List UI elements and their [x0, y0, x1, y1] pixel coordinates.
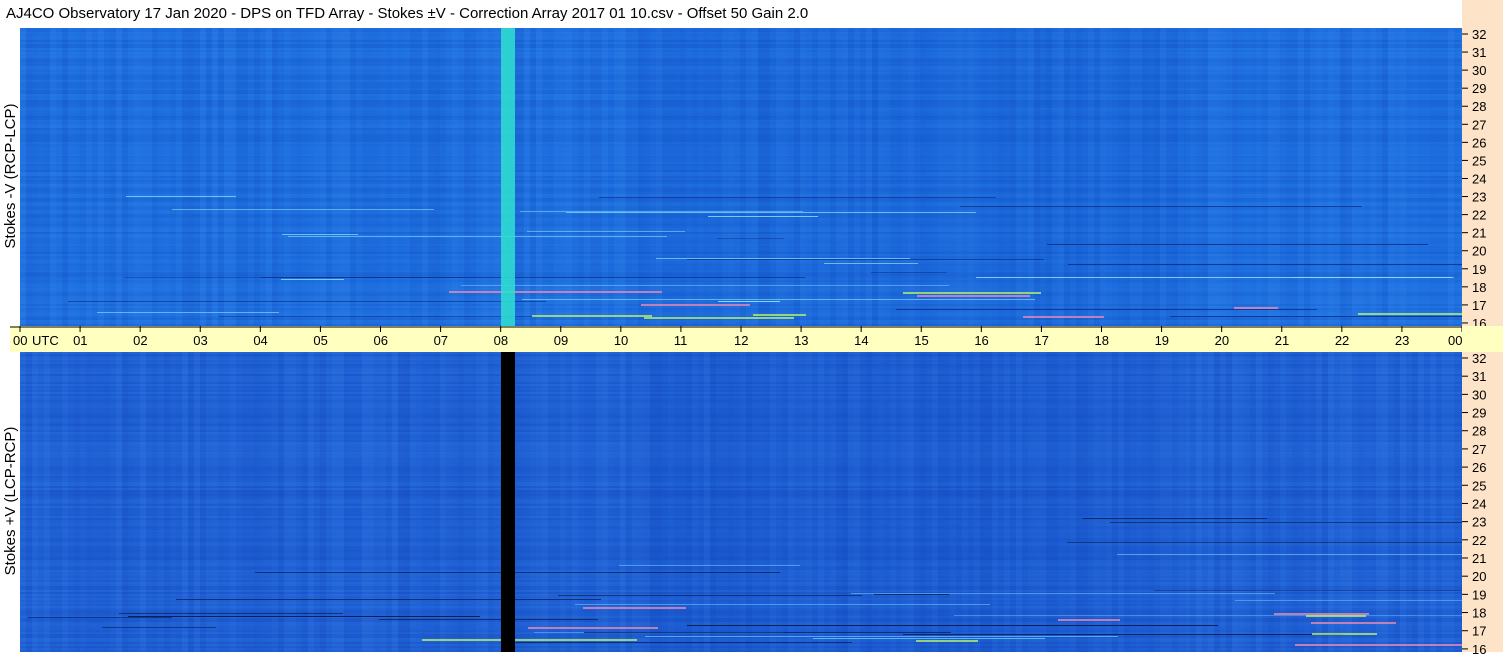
frequency-tick-label: 32: [1472, 27, 1486, 42]
frequency-tick-label: 23: [1472, 190, 1486, 205]
top-frequency-scale: 32 31 30 29 28 27 26 25 24 23 22 21 20 19 18 17 16: [1462, 27, 1503, 331]
frequency-tick-label: 22: [1472, 533, 1486, 548]
time-tick-label: 05: [313, 333, 327, 348]
time-tick-label: 19: [1155, 333, 1169, 348]
frequency-tick-label: 30: [1472, 63, 1486, 78]
time-tick-label: 04: [253, 333, 267, 348]
time-tick-label: 20: [1215, 333, 1229, 348]
frequency-tick-label: 28: [1472, 424, 1486, 439]
time-tick-label: 01: [73, 333, 87, 348]
frequency-tick-label: 17: [1472, 624, 1486, 639]
frequency-tick-label: 19: [1472, 262, 1486, 277]
frequency-tick-label: 27: [1472, 442, 1486, 457]
frequency-tick-label: 20: [1472, 569, 1486, 584]
bottom-panel-ylabel: Stokes +V (LCP-RCP): [2, 426, 19, 576]
bottom-frequency-scale: 32 31 30 29 28 27 26 25 24 23 22 21 20 19 18 17 16: [1462, 351, 1503, 657]
vertical-feature: [501, 28, 515, 326]
top-panel-ylabel: Stokes -V (RCP-LCP): [2, 103, 19, 249]
time-tick-label: 21: [1275, 333, 1289, 348]
time-tick-label: 12: [734, 333, 748, 348]
bottom-spectrogram-image: [20, 352, 1462, 652]
frequency-tick-label: 32: [1472, 351, 1486, 366]
frequency-tick-label: 31: [1472, 45, 1486, 60]
frequency-tick-label: 17: [1472, 298, 1486, 313]
time-tick-label: 07: [434, 333, 448, 348]
time-tick-label: 13: [794, 333, 808, 348]
frequency-tick-label: 27: [1472, 117, 1486, 132]
frequency-tick-label: 18: [1472, 280, 1486, 295]
time-tick-label: 09: [554, 333, 568, 348]
time-tick-label: 23: [1395, 333, 1409, 348]
time-tick-label: 06: [374, 333, 388, 348]
window-title: AJ4CO Observatory 17 Jan 2020 - DPS on T…: [6, 5, 809, 22]
frequency-tick-label: 21: [1472, 551, 1486, 566]
frequency-tick-label: 24: [1472, 171, 1486, 186]
bottom-spectrogram: [20, 352, 1462, 652]
vertical-feature: [501, 352, 515, 652]
frequency-tick-label: 18: [1472, 606, 1486, 621]
frequency-tick-label: 28: [1472, 99, 1486, 114]
frequency-tick-label: 21: [1472, 226, 1486, 241]
frequency-tick-label: 19: [1472, 587, 1486, 602]
frequency-tick-label: 25: [1472, 153, 1486, 168]
frequency-tick-label: 26: [1472, 135, 1486, 150]
time-tick-label: 08: [494, 333, 508, 348]
frequency-tick-label: 25: [1472, 478, 1486, 493]
frequency-tick-label: 20: [1472, 244, 1486, 259]
frequency-tick-label: 30: [1472, 387, 1486, 402]
time-axis-scale-gap: [1462, 326, 1503, 352]
time-tick-label: 00: [1448, 333, 1462, 348]
top-spectrogram: [20, 28, 1462, 326]
frequency-tick-label: 23: [1472, 515, 1486, 530]
time-axis: 00 UTC 01 02 03 04 05 06 07 08 09 10 11 12 13 14 15 16 17 1…: [10, 326, 1492, 352]
frequency-tick-label: 29: [1472, 81, 1486, 96]
time-tick-label: 17: [1034, 333, 1048, 348]
time-tick-label: 02: [133, 333, 147, 348]
time-tick-label: 11: [674, 333, 688, 348]
time-tick-label: 22: [1335, 333, 1349, 348]
time-tick-label: 10: [614, 333, 628, 348]
frequency-tick-label: 16: [1472, 642, 1486, 657]
time-axis-unit: UTC: [32, 333, 59, 348]
scale-header: [1462, 0, 1503, 28]
time-tick-label: 18: [1095, 333, 1109, 348]
time-tick-label: 16: [974, 333, 988, 348]
frequency-tick-label: 29: [1472, 406, 1486, 421]
frequency-tick-label: 22: [1472, 208, 1486, 223]
top-spectrogram-image: [20, 28, 1462, 326]
time-tick-label: 15: [914, 333, 928, 348]
frequency-tick-label: 24: [1472, 496, 1486, 511]
frequency-tick-label: 26: [1472, 460, 1486, 475]
time-tick-label: 00: [13, 333, 27, 348]
frequency-tick-label: 31: [1472, 369, 1486, 384]
time-tick-label: 03: [193, 333, 207, 348]
time-tick-label: 14: [854, 333, 868, 348]
